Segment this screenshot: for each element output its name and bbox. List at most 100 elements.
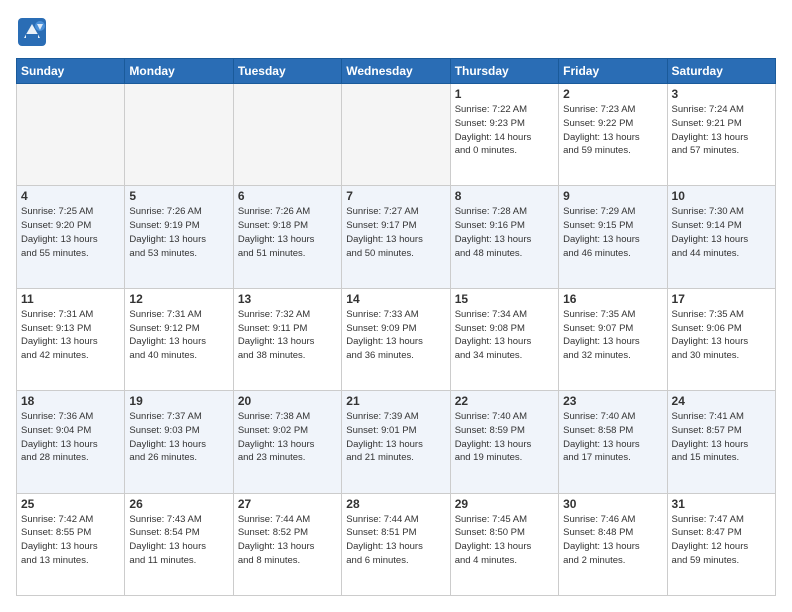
day-info: Sunrise: 7:44 AM Sunset: 8:52 PM Dayligh…: [238, 513, 337, 568]
calendar-cell: 14 Sunrise: 7:33 AM Sunset: 9:09 PM Dayli…: [342, 288, 450, 390]
calendar-cell: 19Sunrise: 7:37 AM Sunset: 9:03 PM Dayli…: [125, 391, 233, 493]
day-number: 8: [455, 189, 554, 203]
day-number: 26: [129, 497, 228, 511]
day-number: 28: [346, 497, 445, 511]
day-info: Sunrise: 7:45 AM Sunset: 8:50 PM Dayligh…: [455, 513, 554, 568]
calendar-cell: 27 Sunrise: 7:44 AM Sunset: 8:52 PM Dayli…: [233, 493, 341, 595]
day-number: 13: [238, 292, 337, 306]
day-info: Sunrise: 7:42 AM Sunset: 8:55 PM Dayligh…: [21, 513, 120, 568]
weekday-header-monday: Monday: [125, 59, 233, 84]
weekday-header-friday: Friday: [559, 59, 667, 84]
calendar-cell: 26 Sunrise: 7:43 AM Sunset: 8:54 PM Dayli…: [125, 493, 233, 595]
calendar-cell: 29Sunrise: 7:45 AM Sunset: 8:50 PM Dayli…: [450, 493, 558, 595]
day-number: 20: [238, 394, 337, 408]
day-number: 22: [455, 394, 554, 408]
day-info: Sunrise: 7:27 AM Sunset: 9:17 PM Dayligh…: [346, 205, 445, 260]
calendar-cell: 2 Sunrise: 7:23 AM Sunset: 9:22 PM Daylig…: [559, 84, 667, 186]
calendar-cell: 28 Sunrise: 7:44 AM Sunset: 8:51 PM Dayli…: [342, 493, 450, 595]
calendar-cell: 23 Sunrise: 7:40 AM Sunset: 8:58 PM Dayli…: [559, 391, 667, 493]
calendar-header-row: SundayMondayTuesdayWednesdayThursdayFrid…: [17, 59, 776, 84]
calendar-cell: 16Sunrise: 7:35 AM Sunset: 9:07 PM Dayli…: [559, 288, 667, 390]
day-number: 4: [21, 189, 120, 203]
calendar-cell: 20 Sunrise: 7:38 AM Sunset: 9:02 PM Dayli…: [233, 391, 341, 493]
day-info: Sunrise: 7:39 AM Sunset: 9:01 PM Dayligh…: [346, 410, 445, 465]
day-info: Sunrise: 7:33 AM Sunset: 9:09 PM Dayligh…: [346, 308, 445, 363]
calendar-cell: 11 Sunrise: 7:31 AM Sunset: 9:13 PM Dayli…: [17, 288, 125, 390]
day-number: 30: [563, 497, 662, 511]
day-info: Sunrise: 7:29 AM Sunset: 9:15 PM Dayligh…: [563, 205, 662, 260]
day-info: Sunrise: 7:38 AM Sunset: 9:02 PM Dayligh…: [238, 410, 337, 465]
day-number: 23: [563, 394, 662, 408]
calendar-cell: [17, 84, 125, 186]
weekday-header-saturday: Saturday: [667, 59, 775, 84]
calendar-cell: 21 Sunrise: 7:39 AM Sunset: 9:01 PM Dayli…: [342, 391, 450, 493]
weekday-header-tuesday: Tuesday: [233, 59, 341, 84]
day-info: Sunrise: 7:28 AM Sunset: 9:16 PM Dayligh…: [455, 205, 554, 260]
logo: [16, 16, 52, 48]
day-number: 25: [21, 497, 120, 511]
calendar-cell: [233, 84, 341, 186]
calendar-cell: 25 Sunrise: 7:42 AM Sunset: 8:55 PM Dayli…: [17, 493, 125, 595]
calendar-cell: 22 Sunrise: 7:40 AM Sunset: 8:59 PM Dayli…: [450, 391, 558, 493]
day-info: Sunrise: 7:40 AM Sunset: 8:58 PM Dayligh…: [563, 410, 662, 465]
calendar-cell: 9 Sunrise: 7:29 AM Sunset: 9:15 PM Daylig…: [559, 186, 667, 288]
calendar-cell: 8 Sunrise: 7:28 AM Sunset: 9:16 PM Daylig…: [450, 186, 558, 288]
day-number: 10: [672, 189, 771, 203]
calendar-cell: 30Sunrise: 7:46 AM Sunset: 8:48 PM Dayli…: [559, 493, 667, 595]
day-info: Sunrise: 7:35 AM Sunset: 9:07 PM Dayligh…: [563, 308, 662, 363]
calendar-cell: 10 Sunrise: 7:30 AM Sunset: 9:14 PM Dayli…: [667, 186, 775, 288]
calendar-cell: 12Sunrise: 7:31 AM Sunset: 9:12 PM Dayli…: [125, 288, 233, 390]
day-info: Sunrise: 7:43 AM Sunset: 8:54 PM Dayligh…: [129, 513, 228, 568]
page: SundayMondayTuesdayWednesdayThursdayFrid…: [0, 0, 792, 612]
day-number: 31: [672, 497, 771, 511]
day-info: Sunrise: 7:31 AM Sunset: 9:12 PM Dayligh…: [129, 308, 228, 363]
day-number: 7: [346, 189, 445, 203]
calendar-week-row: 25 Sunrise: 7:42 AM Sunset: 8:55 PM Dayli…: [17, 493, 776, 595]
calendar-cell: 17Sunrise: 7:35 AM Sunset: 9:06 PM Dayli…: [667, 288, 775, 390]
day-number: 2: [563, 87, 662, 101]
day-info: Sunrise: 7:41 AM Sunset: 8:57 PM Dayligh…: [672, 410, 771, 465]
day-number: 15: [455, 292, 554, 306]
day-number: 5: [129, 189, 228, 203]
day-number: 21: [346, 394, 445, 408]
calendar-week-row: 4 Sunrise: 7:25 AM Sunset: 9:20 PM Daylig…: [17, 186, 776, 288]
day-info: Sunrise: 7:44 AM Sunset: 8:51 PM Dayligh…: [346, 513, 445, 568]
day-number: 14: [346, 292, 445, 306]
calendar-cell: 1Sunrise: 7:22 AM Sunset: 9:23 PM Daylig…: [450, 84, 558, 186]
day-info: Sunrise: 7:30 AM Sunset: 9:14 PM Dayligh…: [672, 205, 771, 260]
weekday-header-sunday: Sunday: [17, 59, 125, 84]
day-number: 9: [563, 189, 662, 203]
day-info: Sunrise: 7:32 AM Sunset: 9:11 PM Dayligh…: [238, 308, 337, 363]
weekday-header-thursday: Thursday: [450, 59, 558, 84]
day-info: Sunrise: 7:36 AM Sunset: 9:04 PM Dayligh…: [21, 410, 120, 465]
day-info: Sunrise: 7:23 AM Sunset: 9:22 PM Dayligh…: [563, 103, 662, 158]
calendar-week-row: 11 Sunrise: 7:31 AM Sunset: 9:13 PM Dayli…: [17, 288, 776, 390]
calendar-cell: 4 Sunrise: 7:25 AM Sunset: 9:20 PM Daylig…: [17, 186, 125, 288]
weekday-header-wednesday: Wednesday: [342, 59, 450, 84]
calendar-cell: 31 Sunrise: 7:47 AM Sunset: 8:47 PM Dayli…: [667, 493, 775, 595]
day-number: 18: [21, 394, 120, 408]
day-info: Sunrise: 7:40 AM Sunset: 8:59 PM Dayligh…: [455, 410, 554, 465]
day-number: 6: [238, 189, 337, 203]
day-info: Sunrise: 7:35 AM Sunset: 9:06 PM Dayligh…: [672, 308, 771, 363]
calendar-cell: 7 Sunrise: 7:27 AM Sunset: 9:17 PM Daylig…: [342, 186, 450, 288]
day-number: 1: [455, 87, 554, 101]
day-info: Sunrise: 7:25 AM Sunset: 9:20 PM Dayligh…: [21, 205, 120, 260]
day-info: Sunrise: 7:47 AM Sunset: 8:47 PM Dayligh…: [672, 513, 771, 568]
day-number: 24: [672, 394, 771, 408]
day-info: Sunrise: 7:26 AM Sunset: 9:18 PM Dayligh…: [238, 205, 337, 260]
logo-icon: [16, 16, 48, 48]
day-info: Sunrise: 7:34 AM Sunset: 9:08 PM Dayligh…: [455, 308, 554, 363]
calendar: SundayMondayTuesdayWednesdayThursdayFrid…: [16, 58, 776, 596]
day-number: 27: [238, 497, 337, 511]
header: [16, 16, 776, 48]
calendar-cell: 18 Sunrise: 7:36 AM Sunset: 9:04 PM Dayli…: [17, 391, 125, 493]
day-number: 11: [21, 292, 120, 306]
calendar-cell: 6 Sunrise: 7:26 AM Sunset: 9:18 PM Daylig…: [233, 186, 341, 288]
calendar-week-row: 18 Sunrise: 7:36 AM Sunset: 9:04 PM Dayli…: [17, 391, 776, 493]
day-info: Sunrise: 7:24 AM Sunset: 9:21 PM Dayligh…: [672, 103, 771, 158]
calendar-cell: 24 Sunrise: 7:41 AM Sunset: 8:57 PM Dayli…: [667, 391, 775, 493]
calendar-cell: 15 Sunrise: 7:34 AM Sunset: 9:08 PM Dayli…: [450, 288, 558, 390]
day-info: Sunrise: 7:26 AM Sunset: 9:19 PM Dayligh…: [129, 205, 228, 260]
day-info: Sunrise: 7:31 AM Sunset: 9:13 PM Dayligh…: [21, 308, 120, 363]
